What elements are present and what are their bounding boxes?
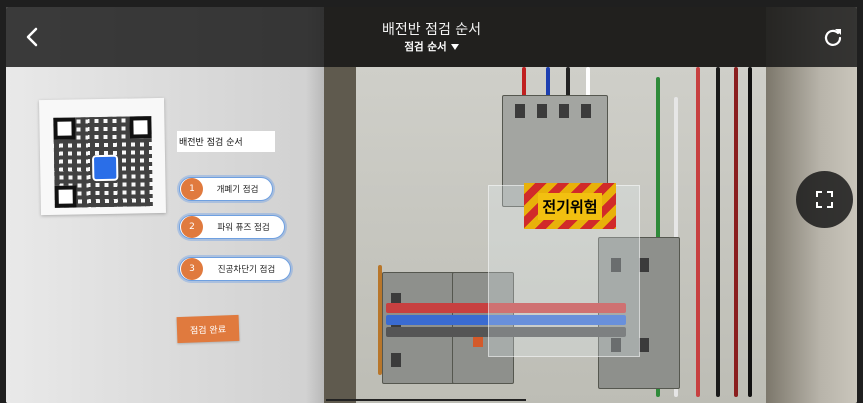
step-label: 진공차단기 점검 bbox=[217, 265, 276, 275]
step-number: 1 bbox=[181, 178, 203, 200]
section-dropdown[interactable]: 점검 순서 bbox=[6, 39, 857, 54]
top-bar: 배전반 점검 순서 점검 순서 bbox=[6, 7, 857, 67]
step-label: 파워 퓨즈 점검 bbox=[217, 223, 270, 233]
step-1-button[interactable]: 1 개폐기 점검 bbox=[179, 177, 273, 201]
qr-code-sticker bbox=[39, 97, 166, 216]
complete-inspection-button[interactable]: 점검 완료 bbox=[176, 314, 240, 344]
ar-title-label: 배전반 점검 순서 bbox=[177, 131, 275, 152]
ar-viewport[interactable]: 전기위험 배전반 점검 순서 1 개폐기 점검 2 파워 퓨즈 점검 3 진공차… bbox=[6, 7, 857, 403]
step-2-button[interactable]: 2 파워 퓨즈 점검 bbox=[179, 215, 285, 239]
progress-bar bbox=[326, 399, 526, 401]
brand-logo-icon bbox=[91, 154, 119, 182]
step-number: 2 bbox=[181, 216, 203, 238]
step-label: 개폐기 점검 bbox=[216, 185, 259, 195]
section-dropdown-label: 점검 순서 bbox=[404, 41, 447, 53]
fullscreen-button[interactable] bbox=[796, 171, 853, 228]
fullscreen-icon bbox=[816, 191, 833, 208]
warning-sign: 전기위험 bbox=[524, 183, 616, 229]
step-number: 3 bbox=[181, 258, 203, 280]
page-title: 배전반 점검 순서 bbox=[381, 22, 482, 38]
refresh-button[interactable] bbox=[821, 25, 845, 49]
caret-down-icon bbox=[450, 44, 459, 50]
refresh-icon bbox=[824, 29, 842, 46]
step-3-button[interactable]: 3 진공차단기 점검 bbox=[179, 257, 291, 281]
